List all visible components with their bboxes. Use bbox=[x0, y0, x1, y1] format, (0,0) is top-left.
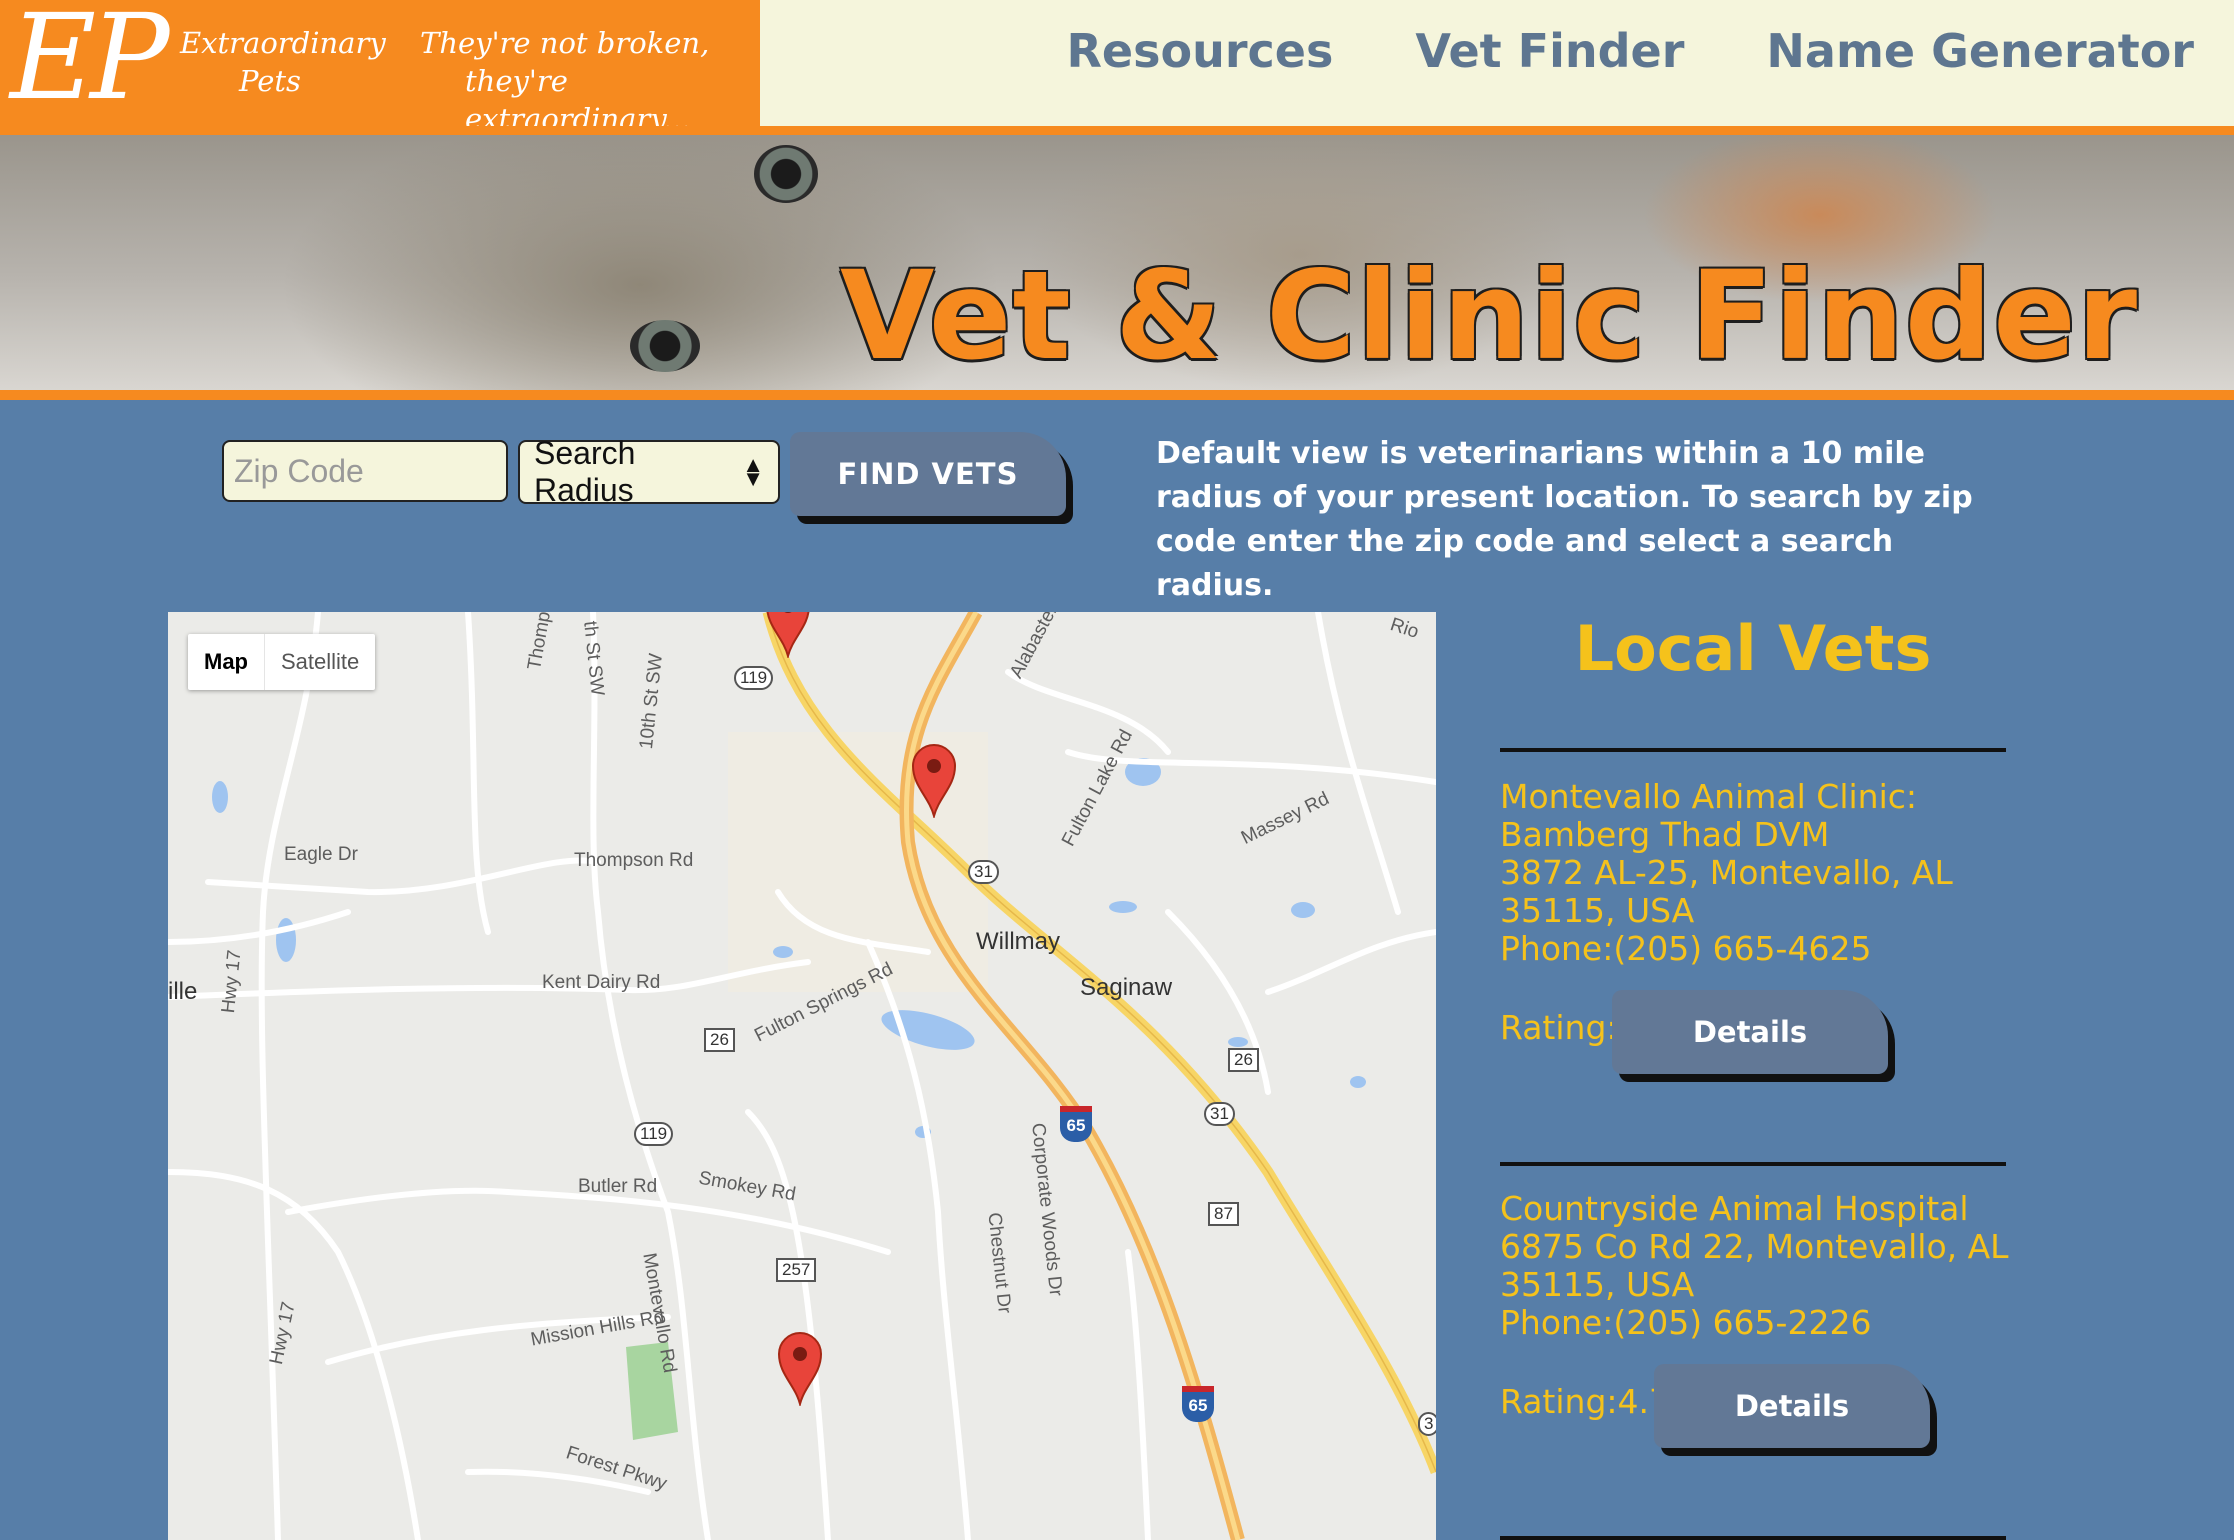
vet-name: Countryside Animal Hospital bbox=[1500, 1189, 1969, 1228]
vet-listing: Countryside Animal Hospital 6875 Co Rd 2… bbox=[1500, 1190, 2020, 1342]
map-type-map[interactable]: Map bbox=[188, 634, 264, 690]
map-label: Eagle Dr bbox=[284, 844, 358, 865]
nav-name-generator[interactable]: Name Generator bbox=[1766, 24, 2194, 78]
brand-block[interactable]: EP Extraordinary Pets They're not broken… bbox=[0, 0, 760, 136]
vet-phone: Phone:(205) 665-4625 bbox=[1500, 929, 1872, 968]
map-type-satellite[interactable]: Satellite bbox=[264, 634, 375, 690]
interstate-shield-65: 65 bbox=[1060, 1106, 1092, 1142]
route-shield-26: 26 bbox=[1228, 1048, 1259, 1072]
page-title: Vet & Clinic Finder bbox=[840, 245, 2139, 387]
details-button[interactable]: Details bbox=[1654, 1364, 1930, 1448]
tagline-line1: They're not broken, bbox=[420, 26, 710, 60]
map-label-saginaw: Saginaw bbox=[1080, 974, 1173, 1001]
map-label: ille bbox=[168, 978, 198, 1005]
main-nav: Resources Vet Finder Name Generator bbox=[1066, 24, 2194, 78]
find-vets-button[interactable]: FIND VETS bbox=[790, 432, 1066, 516]
vet-divider bbox=[1500, 1162, 2006, 1166]
select-arrows-icon: ▲ ▼ bbox=[742, 452, 764, 491]
kitten-eye-left bbox=[630, 320, 700, 372]
vet-divider bbox=[1500, 748, 2006, 752]
brand-name-line2: Pets bbox=[239, 64, 301, 98]
search-radius-value: Search Radius bbox=[534, 435, 636, 508]
map-pin-icon[interactable] bbox=[911, 742, 957, 818]
brand-name: Extraordinary Pets bbox=[180, 24, 386, 100]
route-shield-26: 26 bbox=[704, 1028, 735, 1052]
vet-name-line2: Bamberg Thad DVM bbox=[1500, 815, 1830, 854]
map-label: Thompson Rd bbox=[574, 850, 694, 871]
map-label: Kent Dairy Rd bbox=[542, 972, 661, 993]
hero-banner: Vet & Clinic Finder bbox=[0, 126, 2234, 400]
vet-listing: Montevallo Animal Clinic: Bamberg Thad D… bbox=[1500, 778, 2020, 968]
route-shield-119: 119 bbox=[734, 666, 774, 690]
map-type-toggle: Map Satellite bbox=[188, 634, 376, 690]
route-shield-119: 119 bbox=[634, 1122, 674, 1146]
nav-resources[interactable]: Resources bbox=[1066, 24, 1333, 78]
zip-code-input[interactable] bbox=[222, 440, 508, 502]
route-shield-31: 31 bbox=[968, 860, 999, 884]
vet-address: 6875 Co Rd 22, Montevallo, AL 35115, USA bbox=[1500, 1227, 2009, 1304]
vet-address: 3872 AL-25, Montevallo, AL 35115, USA bbox=[1500, 853, 1953, 930]
map-label-willmay: Willmay bbox=[976, 928, 1060, 955]
route-shield-87: 87 bbox=[1208, 1202, 1239, 1226]
interstate-shield-65: 65 bbox=[1182, 1386, 1214, 1422]
map-pin-icon[interactable] bbox=[765, 612, 811, 658]
brand-logo[interactable]: EP bbox=[10, 0, 170, 120]
map-view[interactable]: Map Satellite ille Eagle Dr Thompson Rd … bbox=[168, 612, 1436, 1540]
map-pin-icon[interactable] bbox=[777, 1330, 823, 1406]
vet-rating: Rating: bbox=[1500, 1008, 1618, 1047]
route-shield-257: 257 bbox=[776, 1258, 817, 1282]
kitten-eye-right bbox=[754, 145, 818, 203]
brand-tagline: They're not broken, they're extraordinar… bbox=[420, 24, 750, 138]
search-radius-select[interactable]: Search Radius ▲ ▼ bbox=[518, 435, 780, 508]
search-instructions: Default view is veterinarians within a 1… bbox=[1156, 436, 1973, 603]
route-shield-31: 31 bbox=[1204, 1102, 1235, 1126]
vet-rating: Rating:4.7 bbox=[1500, 1382, 1670, 1421]
route-shield-3: 3 bbox=[1418, 1412, 1436, 1436]
map-label: Butler Rd bbox=[578, 1176, 658, 1197]
top-header: EP Extraordinary Pets They're not broken… bbox=[0, 0, 2234, 136]
vet-phone: Phone:(205) 665-2226 bbox=[1500, 1303, 1872, 1342]
nav-vet-finder[interactable]: Vet Finder bbox=[1415, 24, 1684, 78]
local-vets-heading: Local Vets bbox=[1574, 612, 1932, 685]
details-button[interactable]: Details bbox=[1612, 990, 1888, 1074]
vet-divider bbox=[1500, 1536, 2006, 1540]
brand-name-line1: Extraordinary bbox=[180, 26, 386, 60]
vet-name: Montevallo Animal Clinic: bbox=[1500, 777, 1917, 816]
